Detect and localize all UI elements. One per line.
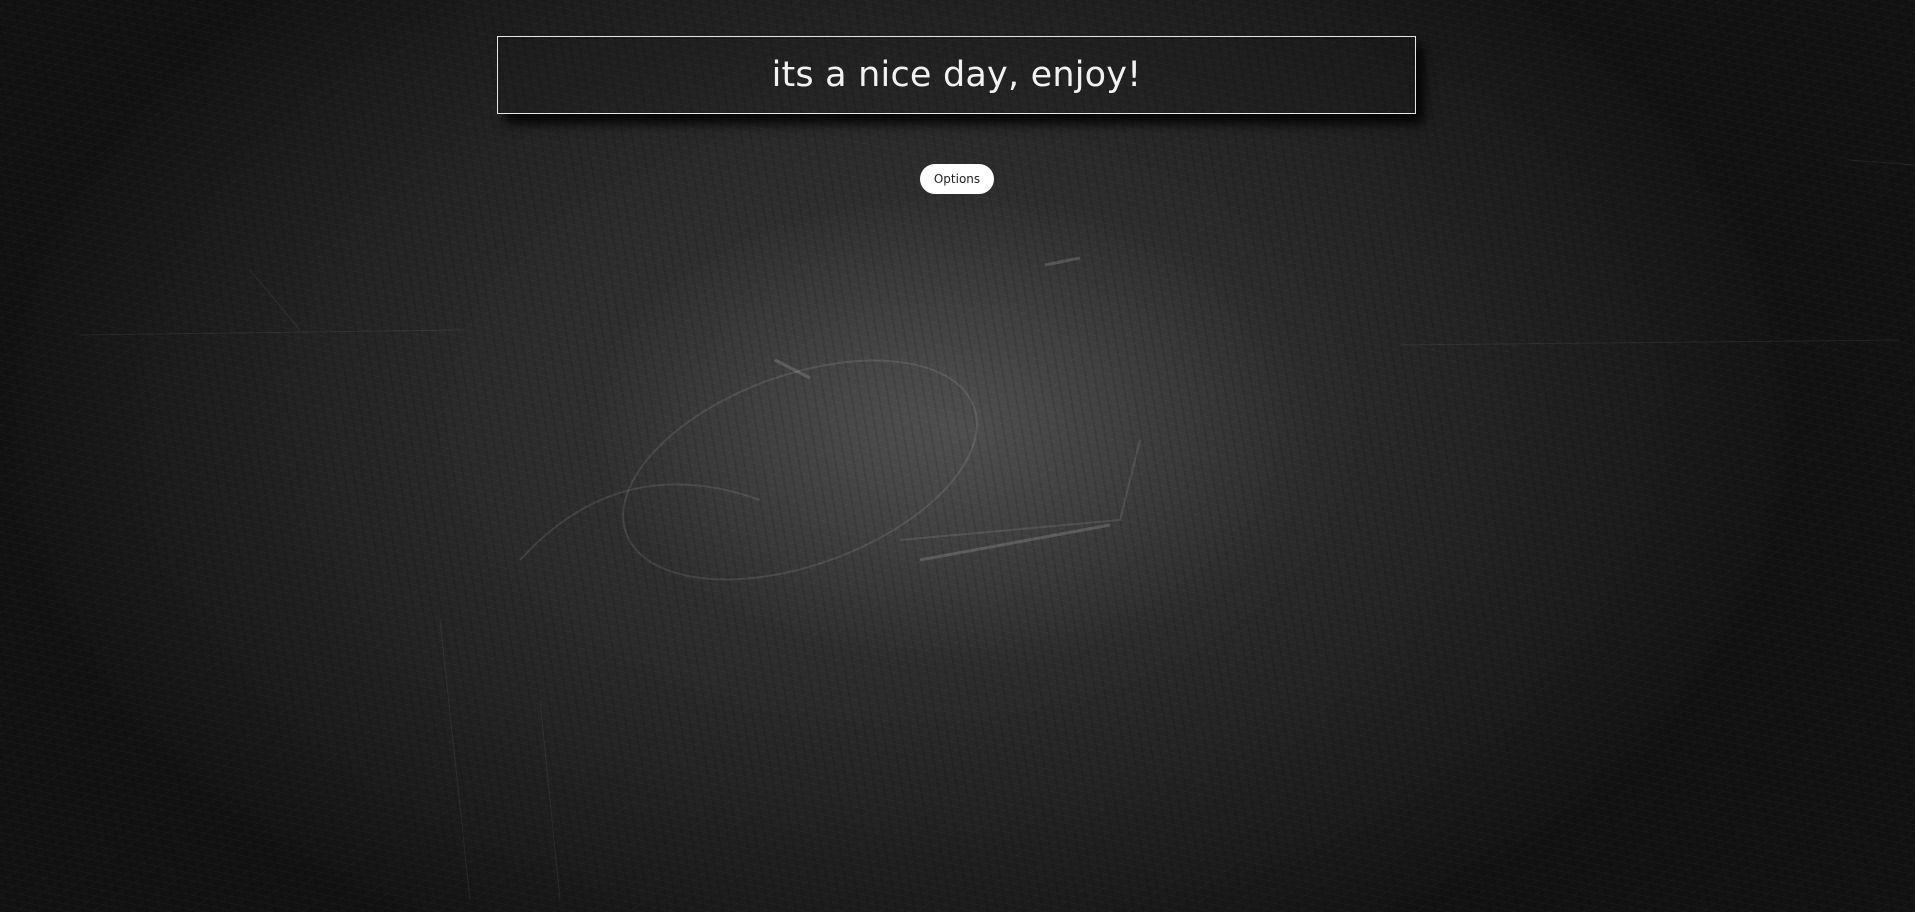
options-button[interactable]: Options <box>920 164 994 194</box>
quote-box: its a nice day, enjoy! <box>497 36 1416 114</box>
quote-text: its a nice day, enjoy! <box>771 55 1142 95</box>
chalkboard-background: its a nice day, enjoy! Options <box>0 0 1915 912</box>
chalk-smudges <box>79 159 1915 901</box>
